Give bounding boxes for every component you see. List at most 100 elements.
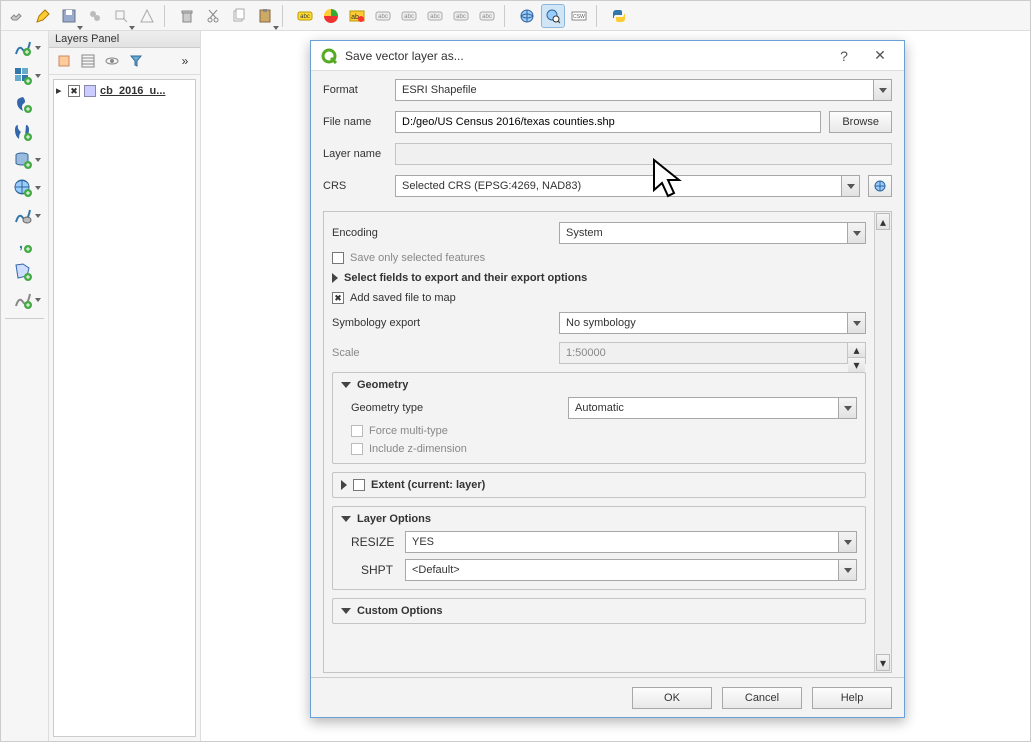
paste-icon[interactable] <box>253 4 277 28</box>
help-icon[interactable]: ? <box>830 48 858 64</box>
help-button[interactable]: Help <box>812 687 892 709</box>
geometry-group: Geometry Geometry type Automatic Force m… <box>332 372 866 464</box>
chevron-down-icon[interactable] <box>838 398 856 418</box>
main-toolbar: abc ab abc abc abc abc abc CSW <box>1 1 1030 31</box>
layer-item[interactable]: ▸ cb_2016_u... <box>56 84 193 97</box>
add-raster-layer-icon[interactable] <box>3 63 43 89</box>
encoding-combo[interactable]: System <box>559 222 866 244</box>
expand-triangle-icon[interactable] <box>332 273 338 283</box>
include-z-checkbox <box>351 443 363 455</box>
svg-text:ab: ab <box>351 14 359 21</box>
add-wms-layer-icon[interactable] <box>3 175 43 201</box>
add-postgis-layer-icon[interactable] <box>3 119 43 145</box>
encoding-label: Encoding <box>332 227 547 239</box>
label-abc-gray-5-icon[interactable]: abc <box>475 4 499 28</box>
add-to-map-checkbox[interactable] <box>332 292 344 304</box>
custom-options-header[interactable]: Custom Options <box>357 605 443 617</box>
diagram-icon[interactable] <box>319 4 343 28</box>
shpt-combo[interactable]: <Default> <box>405 559 857 581</box>
svg-text:abc: abc <box>430 14 440 20</box>
layer-visibility-checkbox[interactable] <box>68 85 80 97</box>
custom-options-group: Custom Options <box>332 598 866 624</box>
globe-add-icon[interactable] <box>515 4 539 28</box>
chevron-down-icon[interactable] <box>873 80 891 100</box>
crs-select-button[interactable] <box>868 175 892 197</box>
move-feature-icon[interactable] <box>109 4 133 28</box>
symbology-combo[interactable]: No symbology <box>559 312 866 334</box>
layer-name: cb_2016_u... <box>100 85 165 97</box>
new-geopackage-icon[interactable] <box>3 287 43 313</box>
new-shapefile-icon[interactable] <box>3 259 43 285</box>
collapse-triangle-icon[interactable] <box>341 516 351 522</box>
options-scroll-area: Encoding System Save only selected featu… <box>323 211 892 673</box>
layers-panel-title: Layers Panel <box>49 31 200 48</box>
collapse-triangle-icon[interactable] <box>341 608 351 614</box>
layer-funnel-icon[interactable] <box>127 52 145 70</box>
python-console-icon[interactable] <box>607 4 631 28</box>
force-multi-label: Force multi-type <box>369 425 448 437</box>
add-virtual-layer-icon[interactable] <box>3 203 43 229</box>
edit-pencil-icon[interactable] <box>31 4 55 28</box>
layer-filter-icon[interactable] <box>79 52 97 70</box>
geometry-type-label: Geometry type <box>341 402 556 414</box>
resize-combo[interactable]: YES <box>405 531 857 553</box>
crs-combo[interactable]: Selected CRS (EPSG:4269, NAD83) <box>395 175 860 197</box>
extent-checkbox[interactable] <box>353 479 365 491</box>
scroll-down-icon[interactable]: ▾ <box>876 654 890 671</box>
shpt-label: SHPT <box>351 563 393 577</box>
svg-text:abc: abc <box>378 14 388 20</box>
save-selected-checkbox[interactable] <box>332 252 344 264</box>
copy-icon[interactable] <box>227 4 251 28</box>
add-mssql-layer-icon[interactable] <box>3 147 43 173</box>
collapse-triangle-icon[interactable] <box>341 382 351 388</box>
globe-search-icon[interactable] <box>541 4 565 28</box>
node-tool-icon[interactable] <box>135 4 159 28</box>
chevron-down-icon[interactable] <box>838 560 856 580</box>
save-edits-icon[interactable] <box>57 4 81 28</box>
browse-button[interactable]: Browse <box>829 111 892 133</box>
layername-input <box>395 143 892 165</box>
dialog-titlebar[interactable]: Save vector layer as... ? ✕ <box>311 41 904 71</box>
layers-more-icon[interactable]: » <box>176 52 194 70</box>
close-icon[interactable]: ✕ <box>866 47 894 64</box>
layer-style-icon[interactable] <box>55 52 73 70</box>
extent-header[interactable]: Extent (current: layer) <box>371 479 485 491</box>
svg-text:abc: abc <box>482 14 492 20</box>
add-vector-layer-icon[interactable] <box>3 35 43 61</box>
pan-tool-icon[interactable] <box>5 4 29 28</box>
chevron-down-icon[interactable] <box>847 223 865 243</box>
layers-tree[interactable]: ▸ cb_2016_u... <box>53 79 196 737</box>
filename-input[interactable] <box>395 111 821 133</box>
csw-icon[interactable]: CSW <box>567 4 591 28</box>
save-selected-label: Save only selected features <box>350 252 485 264</box>
delete-icon[interactable] <box>175 4 199 28</box>
chevron-down-icon[interactable] <box>841 176 859 196</box>
select-fields-header[interactable]: Select fields to export and their export… <box>344 272 587 284</box>
vertical-scrollbar[interactable]: ▴ ▾ <box>874 212 891 672</box>
geometry-type-combo[interactable]: Automatic <box>568 397 857 419</box>
label-abc-gray-3-icon[interactable]: abc <box>423 4 447 28</box>
label-abc-gray-2-icon[interactable]: abc <box>397 4 421 28</box>
layer-options-header[interactable]: Layer Options <box>357 513 431 525</box>
svg-text:abc: abc <box>456 14 466 20</box>
crs-label: CRS <box>323 180 387 192</box>
add-feature-icon[interactable] <box>83 4 107 28</box>
label-abc-gray-4-icon[interactable]: abc <box>449 4 473 28</box>
label-abc-gray-1-icon[interactable]: abc <box>371 4 395 28</box>
format-combo[interactable]: ESRI Shapefile <box>395 79 892 101</box>
label-abc-yellow-icon[interactable]: abc <box>293 4 317 28</box>
layers-panel: Layers Panel » ▸ cb_2016_u... <box>49 31 201 741</box>
cut-icon[interactable] <box>201 4 225 28</box>
expand-triangle-icon[interactable] <box>341 480 347 490</box>
add-delimited-text-icon[interactable]: , <box>3 231 43 257</box>
chevron-down-icon[interactable] <box>838 532 856 552</box>
chevron-down-icon[interactable] <box>847 313 865 333</box>
layer-visibility-icon[interactable] <box>103 52 121 70</box>
geometry-header[interactable]: Geometry <box>357 379 408 391</box>
save-vector-dialog: Save vector layer as... ? ✕ Format ESRI … <box>310 40 905 718</box>
add-spatialite-layer-icon[interactable] <box>3 91 43 117</box>
label-ab-highlight-icon[interactable]: ab <box>345 4 369 28</box>
cancel-button[interactable]: Cancel <box>722 687 802 709</box>
ok-button[interactable]: OK <box>632 687 712 709</box>
scroll-up-icon[interactable]: ▴ <box>876 213 890 230</box>
